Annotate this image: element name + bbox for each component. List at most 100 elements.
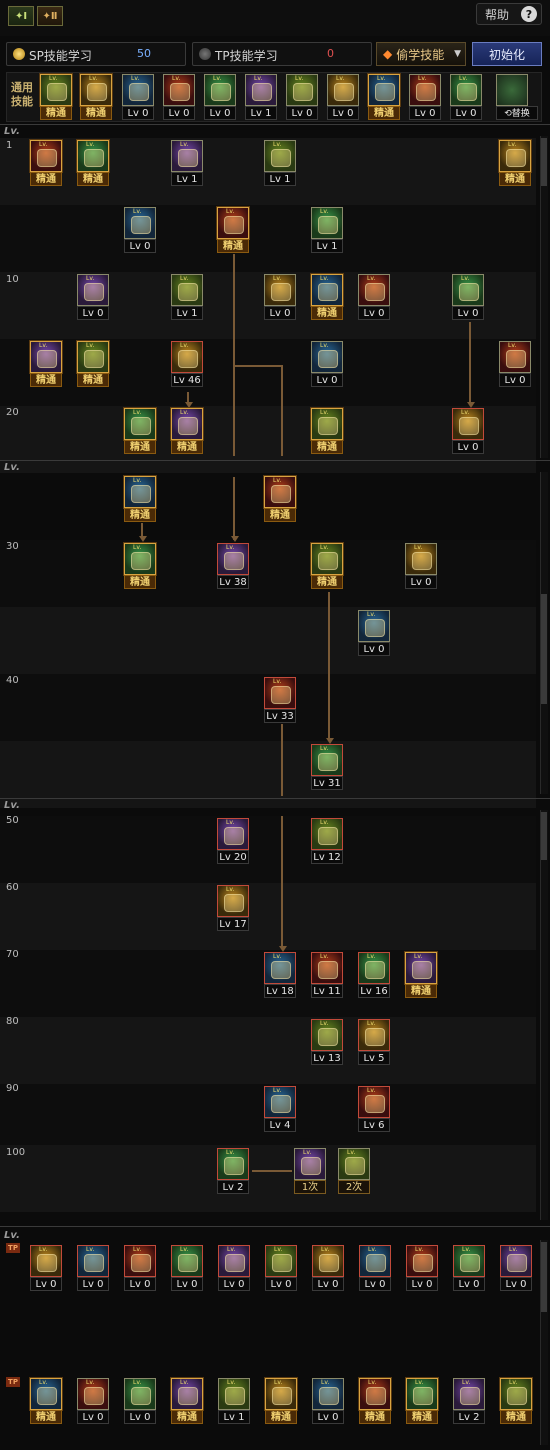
smash-skill-icon[interactable]: Lv. xyxy=(124,476,156,508)
scrollbar-thumb[interactable] xyxy=(541,812,547,860)
help-button[interactable]: 帮助 ? xyxy=(476,3,542,25)
tp-skill-icon[interactable]: Lv. xyxy=(30,1378,62,1410)
scrollbar-track[interactable] xyxy=(540,810,548,1220)
awaken-second-icon[interactable]: Lv. xyxy=(338,1148,370,1180)
orb-skill-icon[interactable]: Lv. xyxy=(405,952,437,984)
claw-skill-icon[interactable]: Lv. xyxy=(450,74,482,106)
tp-skill-icon[interactable]: Lv. xyxy=(30,1245,62,1277)
scrollbar-thumb[interactable] xyxy=(541,138,547,186)
inferno-skill-icon[interactable]: Lv. xyxy=(311,818,343,850)
swap-skill-icon[interactable] xyxy=(496,74,528,106)
skill-caption: Lv 0 xyxy=(405,575,437,589)
body-skill-icon[interactable]: Lv. xyxy=(409,74,441,106)
tp-skill-icon[interactable]: Lv. xyxy=(124,1378,156,1410)
level-tag: Lv. xyxy=(367,275,376,282)
strike-skill-icon[interactable]: Lv. xyxy=(171,140,203,172)
steal-skill-dropdown[interactable]: ◆ 偷学技能 ▼ xyxy=(376,42,466,66)
tp-skill-icon[interactable]: Lv. xyxy=(359,1378,391,1410)
ultimate-skill-icon[interactable]: Lv. xyxy=(358,1086,390,1118)
burst-skill-icon[interactable]: Lv. xyxy=(499,140,531,172)
ice-skill-icon[interactable]: Lv. xyxy=(311,408,343,440)
tp-skill-icon[interactable]: Lv. xyxy=(453,1245,485,1277)
tp-skill-icon[interactable]: Lv. xyxy=(265,1378,297,1410)
armor-skill-icon[interactable]: Lv. xyxy=(264,274,296,306)
throw-skill-icon[interactable]: Lv. xyxy=(171,274,203,306)
aura-skill-icon[interactable]: Lv. xyxy=(358,610,390,642)
skill-caption: 精通 xyxy=(500,1410,532,1424)
scrollbar-thumb[interactable] xyxy=(541,594,547,704)
combo-skill-icon[interactable]: Lv. xyxy=(124,543,156,575)
buff-skill-icon[interactable]: Lv. xyxy=(30,341,62,373)
spin-skill-icon[interactable]: Lv. xyxy=(452,274,484,306)
eye-skill-icon[interactable]: Lv. xyxy=(368,74,400,106)
rage-skill-icon[interactable]: Lv. xyxy=(217,543,249,575)
awakening-skill-icon[interactable]: Lv. xyxy=(217,1148,249,1180)
connector-line xyxy=(252,1170,292,1172)
shock-skill-icon[interactable]: Lv. xyxy=(77,274,109,306)
hop-skill-icon[interactable]: Lv. xyxy=(311,341,343,373)
uppercut-skill-icon[interactable]: Lv. xyxy=(124,207,156,239)
blaze-skill-icon[interactable]: Lv. xyxy=(311,744,343,776)
skill-tab-2[interactable]: ✦Ⅱ xyxy=(37,6,63,26)
awaken-first-icon[interactable]: Lv. xyxy=(294,1148,326,1180)
skill-caption: 精通 xyxy=(368,106,400,120)
sweep-skill-icon[interactable]: Lv. xyxy=(264,140,296,172)
comet-skill-icon[interactable]: Lv. xyxy=(217,885,249,917)
slash-skill-icon[interactable]: Lv. xyxy=(40,74,72,106)
toggle-skill-icon[interactable]: Lv. xyxy=(124,408,156,440)
initialize-button[interactable]: 初始化 xyxy=(472,42,542,66)
tp-skill-icon[interactable]: Lv. xyxy=(500,1378,532,1410)
titan-skill-icon[interactable]: Lv. xyxy=(264,952,296,984)
stance-skill-icon[interactable]: Lv. xyxy=(286,74,318,106)
skill-caption: Lv 0 xyxy=(124,1410,156,1424)
tp-skill-icon[interactable]: Lv. xyxy=(312,1378,344,1410)
swap-button[interactable]: ⟲替换 xyxy=(496,106,538,120)
target-skill-icon[interactable]: Lv. xyxy=(204,74,236,106)
flash-skill-icon[interactable]: Lv. xyxy=(311,207,343,239)
tornado-skill-icon[interactable]: Lv. xyxy=(405,543,437,575)
tp-skill-icon[interactable]: Lv. xyxy=(124,1245,156,1277)
vortex-skill-icon[interactable]: Lv. xyxy=(311,1019,343,1051)
burst-skill-icon-glyph xyxy=(506,149,526,167)
chevron-down-icon: ▼ xyxy=(454,49,461,59)
whirl-skill-icon[interactable]: Lv. xyxy=(452,408,484,440)
skill-tab-1[interactable]: ✦Ⅰ xyxy=(8,6,34,26)
stance2-skill-icon[interactable]: Lv. xyxy=(327,74,359,106)
tp-skill-icon[interactable]: Lv. xyxy=(171,1245,203,1277)
quake-skill-icon[interactable]: Lv. xyxy=(217,818,249,850)
shadow-skill-icon[interactable]: Lv. xyxy=(311,952,343,984)
meteor-skill-icon[interactable]: Lv. xyxy=(264,677,296,709)
leaf-skill-icon[interactable]: Lv. xyxy=(171,408,203,440)
wings-skill-icon[interactable]: Lv. xyxy=(163,74,195,106)
tp-skill-icon[interactable]: Lv. xyxy=(359,1245,391,1277)
fire-skill-icon[interactable]: Lv. xyxy=(171,341,203,373)
tp-skill-icon[interactable]: Lv. xyxy=(406,1378,438,1410)
dash-skill-icon[interactable]: Lv. xyxy=(122,74,154,106)
tp-skill-icon[interactable]: Lv. xyxy=(453,1378,485,1410)
tp-skill-icon[interactable]: Lv. xyxy=(312,1245,344,1277)
ground-skill-icon[interactable]: Lv. xyxy=(30,140,62,172)
avatar-skill-icon[interactable]: Lv. xyxy=(358,1019,390,1051)
grab-skill-icon[interactable]: Lv. xyxy=(77,140,109,172)
run-skill-icon[interactable]: Lv. xyxy=(311,274,343,306)
tp-skill-icon[interactable]: Lv. xyxy=(500,1245,532,1277)
leap-skill-icon[interactable]: Lv. xyxy=(358,274,390,306)
tp-skill-icon[interactable]: Lv. xyxy=(171,1378,203,1410)
tp-scrollbar-thumb[interactable] xyxy=(541,1242,547,1312)
muscle-skill-icon[interactable]: Lv. xyxy=(217,207,249,239)
beast-skill-icon[interactable]: Lv. xyxy=(264,1086,296,1118)
tp-skill-icon[interactable]: Lv. xyxy=(218,1245,250,1277)
tp-skill-icon[interactable]: Lv. xyxy=(406,1245,438,1277)
spark-skill-icon[interactable]: Lv. xyxy=(77,341,109,373)
tp-skill-icon[interactable]: Lv. xyxy=(77,1245,109,1277)
crosshair-skill-icon[interactable]: Lv. xyxy=(245,74,277,106)
tp-badge-icon: TP xyxy=(6,1243,20,1253)
cannon-skill-icon[interactable]: Lv. xyxy=(311,543,343,575)
kick-skill-icon[interactable]: Lv. xyxy=(80,74,112,106)
demon-skill-icon[interactable]: Lv. xyxy=(358,952,390,984)
bolt-skill-icon[interactable]: Lv. xyxy=(264,476,296,508)
crescent-skill-icon[interactable]: Lv. xyxy=(499,341,531,373)
tp-skill-icon[interactable]: Lv. xyxy=(218,1378,250,1410)
tp-skill-icon[interactable]: Lv. xyxy=(77,1378,109,1410)
tp-skill-icon[interactable]: Lv. xyxy=(265,1245,297,1277)
